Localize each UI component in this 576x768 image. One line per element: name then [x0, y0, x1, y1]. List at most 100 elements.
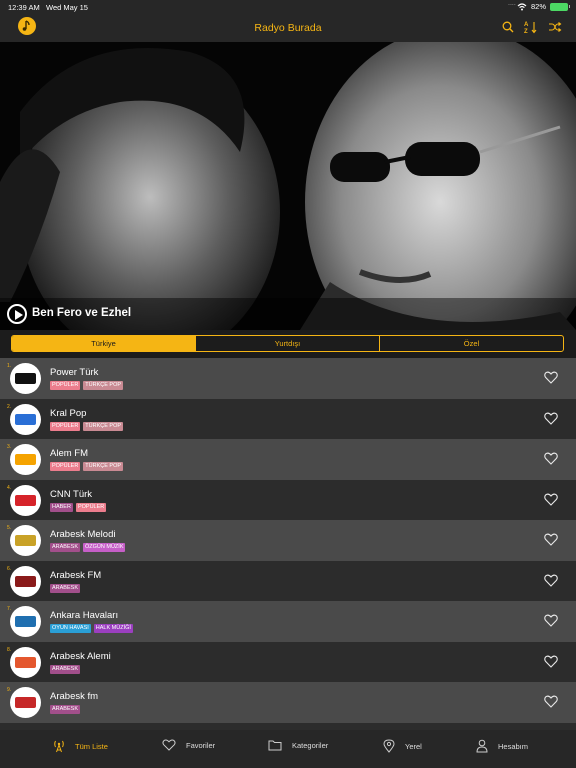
banner-title: Ben Fero ve Ezhel — [32, 307, 132, 319]
station-name: Arabesk Melodi — [50, 529, 116, 540]
station-row[interactable]: 7. Ankara Havaları OYUN HAVASI HALK MÜZİĞİ — [0, 601, 576, 642]
station-row[interactable]: 1. Power Türk POPÜLER TÜRKÇE POP — [0, 358, 576, 399]
station-logo-mark — [15, 494, 36, 506]
station-logo-mark — [15, 413, 36, 425]
station-name: CNN Türk — [50, 488, 93, 500]
segment-yurtdisi[interactable]: Yurtdışı — [196, 336, 380, 351]
folder-icon — [268, 740, 282, 751]
favorite-heart-icon[interactable] — [544, 412, 558, 425]
station-row[interactable]: 5. Arabesk Melodi ARABESK ÖZGÜN MÜZİK — [0, 520, 576, 561]
station-name: Power Türk — [50, 367, 99, 378]
search-icon[interactable] — [502, 21, 514, 33]
favorite-heart-icon[interactable] — [544, 533, 558, 546]
station-row[interactable]: 3. Alem FM POPÜLER TÜRKÇE POP — [0, 439, 576, 480]
genre-tag: TÜRKÇE POP — [83, 421, 124, 431]
genre-tag: TÜRKÇE POP — [83, 462, 124, 471]
tab-label: Tüm Liste — [75, 741, 108, 751]
tab-local[interactable]: Yerel — [383, 739, 422, 753]
station-row[interactable]: 2. Kral Pop POPÜLER TÜRKÇE POP — [0, 398, 576, 439]
station-name: Arabesk fm — [50, 691, 99, 702]
genre-tag: TÜRKÇE POP — [83, 381, 124, 390]
station-number: 8. — [7, 646, 12, 653]
station-logo-mark — [15, 616, 36, 627]
station-name: Arabesk FM — [50, 569, 102, 581]
station-row-partial[interactable] — [0, 722, 576, 730]
station-row[interactable]: 4. CNN Türk HABER POPÜLER — [0, 479, 576, 520]
sort-az-icon[interactable]: AZ — [524, 20, 538, 34]
station-tags: ARABESK — [50, 664, 80, 674]
nav-bar: Radyo Burada AZ — [0, 14, 576, 42]
radio-tower-icon — [54, 740, 64, 753]
station-number: 3. — [7, 444, 12, 450]
genre-tag: POPÜLER — [75, 502, 107, 512]
station-logo — [10, 606, 41, 637]
battery-percent: 82% — [530, 2, 546, 11]
station-logo-mark — [15, 373, 36, 384]
favorite-heart-icon[interactable] — [544, 614, 558, 627]
station-number: 6. — [7, 565, 12, 572]
station-logo — [10, 403, 41, 435]
user-icon — [476, 739, 488, 753]
multitasking-dots: .... — [508, 0, 516, 7]
featured-artists-image — [0, 42, 576, 330]
station-name: Arabesk Alemi — [50, 650, 111, 662]
svg-text:Z: Z — [524, 29, 528, 34]
station-logo-mark — [15, 575, 36, 587]
station-name: Ankara Havaları — [50, 610, 119, 621]
tab-label: Yerel — [405, 741, 422, 751]
station-tags: ARABESK — [50, 705, 80, 714]
status-time: 12:39 AM — [8, 3, 40, 12]
status-bar: 12:39 AM Wed May 15 .... 82% — [0, 0, 576, 14]
genre-tag: HABER — [50, 502, 73, 512]
station-tags: ARABESK — [50, 583, 80, 593]
station-logo — [10, 484, 41, 516]
favorite-heart-icon[interactable] — [544, 695, 558, 708]
station-logo-mark — [15, 454, 36, 465]
genre-tag: ÖZGÜN MÜZİK — [82, 543, 126, 552]
tab-bar: Tüm Liste Favoriler Kategoriler Yerel He… — [0, 730, 576, 768]
favorite-heart-icon[interactable] — [544, 574, 558, 587]
play-icon[interactable] — [7, 304, 27, 324]
station-row[interactable]: 9. Arabesk fm ARABESK — [0, 682, 576, 723]
favorite-heart-icon[interactable] — [544, 655, 558, 668]
region-segmented-control: Türkiye Yurtdışı Özel — [11, 335, 564, 352]
favorite-heart-icon[interactable] — [544, 371, 558, 384]
station-row[interactable]: 6. Arabesk FM ARABESK — [0, 560, 576, 601]
station-logo — [10, 363, 41, 394]
station-tags: POPÜLER TÜRKÇE POP — [50, 381, 124, 390]
station-logo — [10, 646, 41, 678]
tab-favorites[interactable]: Favoriler — [162, 739, 215, 751]
station-number: 7. — [7, 606, 12, 612]
tab-all-list[interactable]: Tüm Liste — [53, 739, 108, 753]
station-tags: ARABESK ÖZGÜN MÜZİK — [50, 543, 126, 552]
station-name: Kral Pop — [50, 407, 87, 419]
tab-account[interactable]: Hesabım — [476, 739, 528, 753]
station-tags: HABER POPÜLER — [50, 502, 107, 512]
segment-turkiye[interactable]: Türkiye — [12, 336, 196, 351]
banner-caption: Ben Fero ve Ezhel — [0, 298, 576, 330]
svg-text:A: A — [524, 22, 529, 28]
favorite-heart-icon[interactable] — [544, 493, 558, 506]
station-logo — [10, 687, 41, 718]
segment-ozel[interactable]: Özel — [380, 336, 563, 351]
station-logo — [10, 565, 41, 597]
station-logo-mark — [15, 656, 36, 668]
station-number: 5. — [7, 525, 12, 531]
genre-tag: ARABESK — [50, 705, 80, 714]
heart-icon — [162, 739, 176, 751]
genre-tag: POPÜLER — [50, 462, 81, 471]
station-tags: POPÜLER TÜRKÇE POP — [50, 421, 124, 431]
featured-banner[interactable]: Ben Fero ve Ezhel — [0, 42, 576, 330]
battery-icon — [550, 2, 570, 11]
genre-tag: ARABESK — [50, 543, 80, 552]
tab-categories[interactable]: Kategoriler — [268, 739, 328, 751]
genre-tag: ARABESK — [50, 583, 80, 593]
shuffle-icon[interactable] — [548, 21, 562, 33]
station-number: 9. — [7, 687, 12, 693]
status-date: Wed May 15 — [46, 3, 88, 12]
station-row[interactable]: 8. Arabesk Alemi ARABESK — [0, 641, 576, 682]
genre-tag: OYUN HAVASI — [50, 624, 91, 633]
station-number: 4. — [7, 484, 12, 491]
favorite-heart-icon[interactable] — [544, 452, 558, 465]
station-logo — [10, 444, 41, 475]
